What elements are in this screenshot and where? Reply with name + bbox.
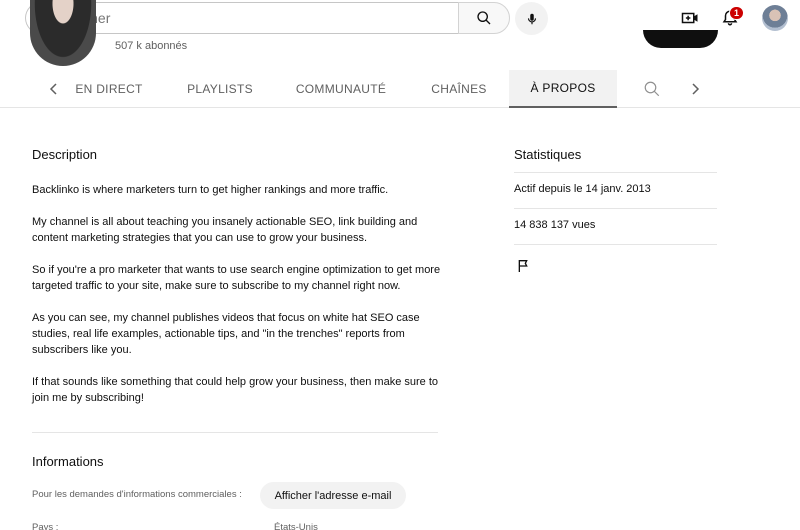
section-divider <box>32 432 438 433</box>
tabs-scroll-right-button[interactable] <box>686 80 704 98</box>
voice-search-button[interactable] <box>515 2 548 35</box>
tab-live[interactable]: EN DIRECT <box>68 70 150 107</box>
tabs-scroll-left-button[interactable] <box>45 80 63 98</box>
create-button[interactable] <box>678 6 702 30</box>
description-title: Description <box>32 147 98 162</box>
subscribe-button[interactable] <box>643 30 718 48</box>
country-value: États-Unis <box>274 522 318 530</box>
description-paragraph: Backlinko is where marketers turn to get… <box>32 184 389 196</box>
description-paragraph: As you can see, my channel publishes vid… <box>32 312 420 356</box>
channel-avatar <box>30 0 96 66</box>
informations-title: Informations <box>32 454 104 469</box>
view-count: 14 838 137 vues <box>514 219 596 231</box>
description-paragraph: My channel is all about teaching you ins… <box>32 216 418 244</box>
search-icon[interactable] <box>643 80 661 98</box>
country-label: Pays : <box>32 522 59 530</box>
chevron-left-icon <box>49 83 57 95</box>
statistics-title: Statistiques <box>514 147 582 162</box>
tab-community[interactable]: COMMUNAUTÉ <box>285 70 397 107</box>
flag-icon[interactable] <box>516 258 532 274</box>
stats-divider <box>514 172 717 173</box>
joined-date: Actif depuis le 14 janv. 2013 <box>514 183 651 195</box>
description-paragraph: If that sounds like something that could… <box>32 376 439 404</box>
subscriber-count: 507 k abonnés <box>115 40 188 52</box>
stats-divider <box>514 208 717 209</box>
business-inquiries-label: Pour les demandes d'informations commerc… <box>32 489 242 500</box>
tab-channels[interactable]: CHAÎNES <box>418 70 500 107</box>
description-paragraph: So if you're a pro marketer that wants t… <box>32 264 441 292</box>
avatar[interactable] <box>762 5 788 31</box>
search-button[interactable] <box>458 2 510 34</box>
search-icon <box>477 11 491 25</box>
microphone-icon <box>527 13 536 24</box>
chevron-right-icon <box>692 83 700 95</box>
tab-about[interactable]: À PROPOS <box>509 70 617 108</box>
notification-badge: 1 <box>729 6 744 20</box>
channel-tabs: EN DIRECT PLAYLISTS COMMUNAUTÉ CHAÎNES À… <box>0 70 800 108</box>
stats-divider <box>514 244 717 245</box>
show-email-button[interactable]: Afficher l'adresse e-mail <box>260 482 406 509</box>
tab-playlists[interactable]: PLAYLISTS <box>175 70 265 107</box>
create-video-icon <box>681 12 698 24</box>
